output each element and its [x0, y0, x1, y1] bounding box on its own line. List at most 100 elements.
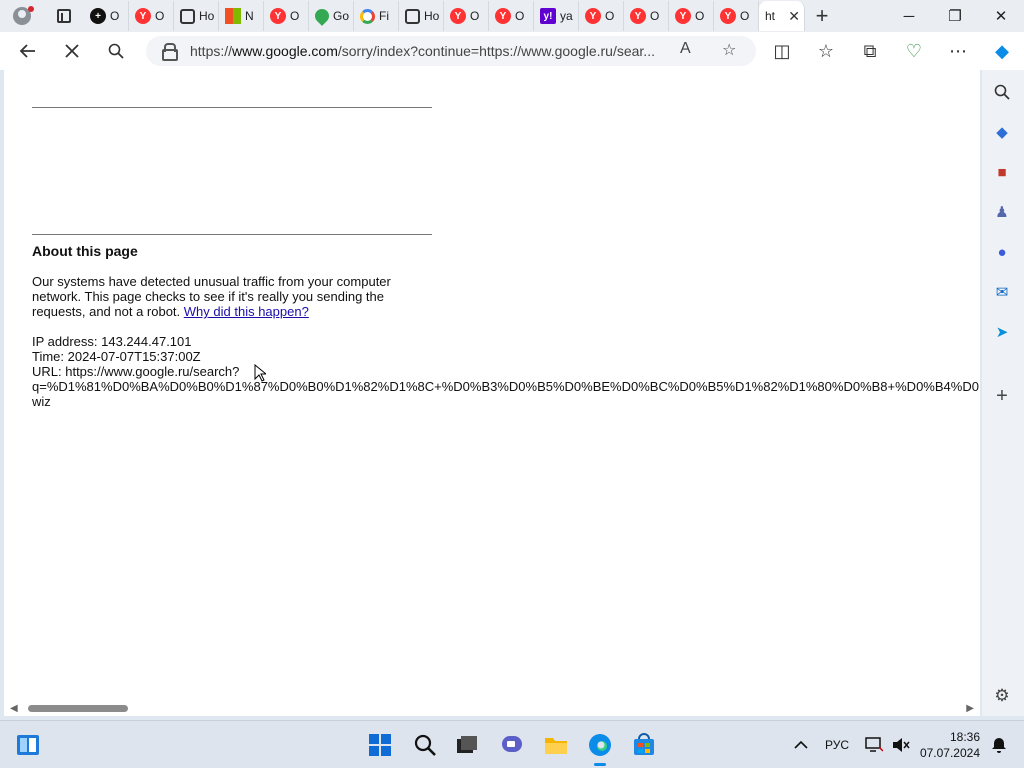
url-domain: www.google.com [232, 43, 338, 59]
tab-item[interactable]: Ho [174, 1, 219, 31]
tab-label: O [650, 9, 660, 23]
browser-essentials-button[interactable]: ♡ [892, 32, 936, 70]
close-window-button[interactable]: ✕ [978, 0, 1024, 32]
favorites-icon: ☆ [817, 40, 835, 61]
tab-label: O [740, 9, 750, 23]
tab-label: Fi [379, 9, 389, 23]
notification-icon[interactable] [990, 721, 1008, 768]
edge-browser-icon[interactable] [588, 733, 612, 766]
edge-sidebar: ◆ ■ ♟ ● ✉ ➤ + ⚙ [982, 70, 1024, 716]
tab-item[interactable]: YO [624, 1, 669, 31]
chat-icon[interactable] [500, 733, 524, 757]
lock-icon[interactable] [162, 43, 178, 61]
yandex-icon: Y [450, 8, 466, 24]
send-icon[interactable]: ➤ [992, 322, 1012, 342]
volume-muted-icon[interactable] [892, 721, 910, 768]
windows-taskbar: РУС 18:36 07.07.2024 [0, 720, 1024, 768]
yandex-icon: Y [630, 8, 646, 24]
gallery-icon [405, 8, 420, 24]
microsoft-icon [225, 8, 241, 24]
clock-time: 18:36 [949, 730, 980, 744]
copilot-button[interactable]: ◆ [980, 32, 1024, 70]
page-heading: About this page [32, 243, 138, 259]
tab-list: + O Y O Ho N Y O Go Fi Ho Y O Y Oy! ya Y O Y O Y O Y O [84, 0, 759, 32]
stop-button[interactable] [50, 32, 94, 70]
network-icon[interactable] [865, 721, 883, 768]
start-icon[interactable] [368, 733, 392, 757]
search-button[interactable] [94, 32, 138, 70]
collections-button[interactable]: ⧉ [848, 32, 892, 70]
tab-label: ya [560, 9, 573, 23]
address-url[interactable]: https://www.google.com/sorry/index?conti… [190, 43, 670, 59]
tab-item[interactable]: Ho [399, 1, 444, 31]
why-link[interactable]: Why did this happen? [184, 304, 309, 319]
tab-item[interactable]: YO [714, 1, 759, 31]
tab-label: Ho [199, 9, 215, 23]
tab-label: O [155, 9, 165, 23]
tools-briefcase-icon[interactable]: ■ [992, 162, 1012, 182]
scroll-right-icon[interactable]: ▶ [966, 703, 974, 714]
scroll-thumb[interactable] [28, 705, 128, 712]
tab-item[interactable]: YO [444, 1, 489, 31]
tab-item[interactable]: YO [669, 1, 714, 31]
more-icon: ⋯ [949, 40, 967, 61]
tab-item[interactable]: + O [84, 1, 129, 31]
horizontal-scrollbar[interactable]: ◀ ▶ [4, 700, 980, 716]
url-line: URL: https://www.google.ru/search? [32, 364, 240, 379]
tab-actions-button[interactable] [44, 0, 84, 32]
language-indicator[interactable]: РУС [825, 721, 849, 768]
add-sidebar-app-icon[interactable]: + [992, 385, 1012, 407]
tab-item[interactable]: YO [489, 1, 534, 31]
task-view-icon[interactable] [455, 733, 479, 757]
close-tab-icon[interactable]: ✕ [788, 8, 800, 25]
taskbar-search-icon[interactable] [413, 733, 437, 757]
split-screen-button[interactable]: ◫ [760, 32, 804, 70]
outlook-icon[interactable]: ✉ [992, 282, 1012, 302]
sidebar-search-icon[interactable] [992, 82, 1012, 102]
read-aloud-icon[interactable]: A [680, 40, 691, 58]
tab-item[interactable]: N [219, 1, 264, 31]
tab-item[interactable]: YO [579, 1, 624, 31]
tab-item[interactable]: Go [309, 1, 354, 31]
sidebar-settings-icon[interactable]: ⚙ [992, 686, 1012, 706]
tab-label: O [470, 9, 480, 23]
tab-item[interactable]: Fi [354, 1, 399, 31]
tab-item[interactable]: y! ya [534, 1, 579, 31]
url-query: q=%D1%81%D0%BA%D0%B0%D1%87%D0%B0%D1%82%D… [32, 379, 979, 394]
new-tab-button[interactable]: + [805, 0, 839, 32]
tab-label: O [605, 9, 615, 23]
restore-button[interactable]: ❐ [932, 0, 978, 32]
profile-button[interactable] [0, 0, 44, 32]
active-app-indicator [594, 763, 606, 766]
widgets-icon[interactable] [16, 733, 40, 757]
notification-dot [28, 6, 34, 12]
tab-item[interactable]: YO [129, 1, 174, 31]
address-bar[interactable]: https://www.google.com/sorry/index?conti… [146, 36, 756, 66]
scroll-left-icon[interactable]: ◀ [10, 703, 18, 714]
system-clock[interactable]: 18:36 07.07.2024 [920, 729, 980, 761]
tab-strip: + O Y O Ho N Y O Go Fi Ho Y O Y Oy! ya Y O Y O Y O Y O ht ✕ + ─… [0, 0, 1024, 32]
collections-icon: ⧉ [863, 40, 877, 61]
tab-label: Ho [424, 9, 440, 23]
tab-active[interactable]: ht ✕ [759, 1, 805, 31]
yandex-icon: Y [720, 8, 736, 24]
file-explorer-icon[interactable] [544, 733, 568, 757]
minimize-button[interactable]: ─ [886, 0, 932, 32]
tab-item[interactable]: YO [264, 1, 309, 31]
heart-pulse-icon: ♡ [905, 40, 923, 61]
office-icon[interactable]: ● [992, 242, 1012, 262]
store-icon[interactable] [632, 733, 656, 757]
favorite-star-icon[interactable]: ☆ [722, 40, 736, 60]
shopping-tag-icon[interactable]: ◆ [992, 122, 1012, 142]
window-controls: ─ ❐ ✕ [886, 0, 1024, 32]
split-screen-icon: ◫ [773, 40, 791, 61]
url-prefix: https:// [190, 43, 233, 59]
copilot-icon: ◆ [995, 40, 1009, 61]
games-icon[interactable]: ♟ [992, 202, 1012, 222]
settings-more-button[interactable]: ⋯ [936, 32, 980, 70]
page-content: About this page Our systems have detecte… [4, 70, 980, 716]
back-button[interactable] [6, 32, 50, 70]
favorites-button[interactable]: ☆ [804, 32, 848, 70]
tray-overflow-icon[interactable] [794, 721, 808, 768]
tab-label: Go [333, 9, 350, 23]
